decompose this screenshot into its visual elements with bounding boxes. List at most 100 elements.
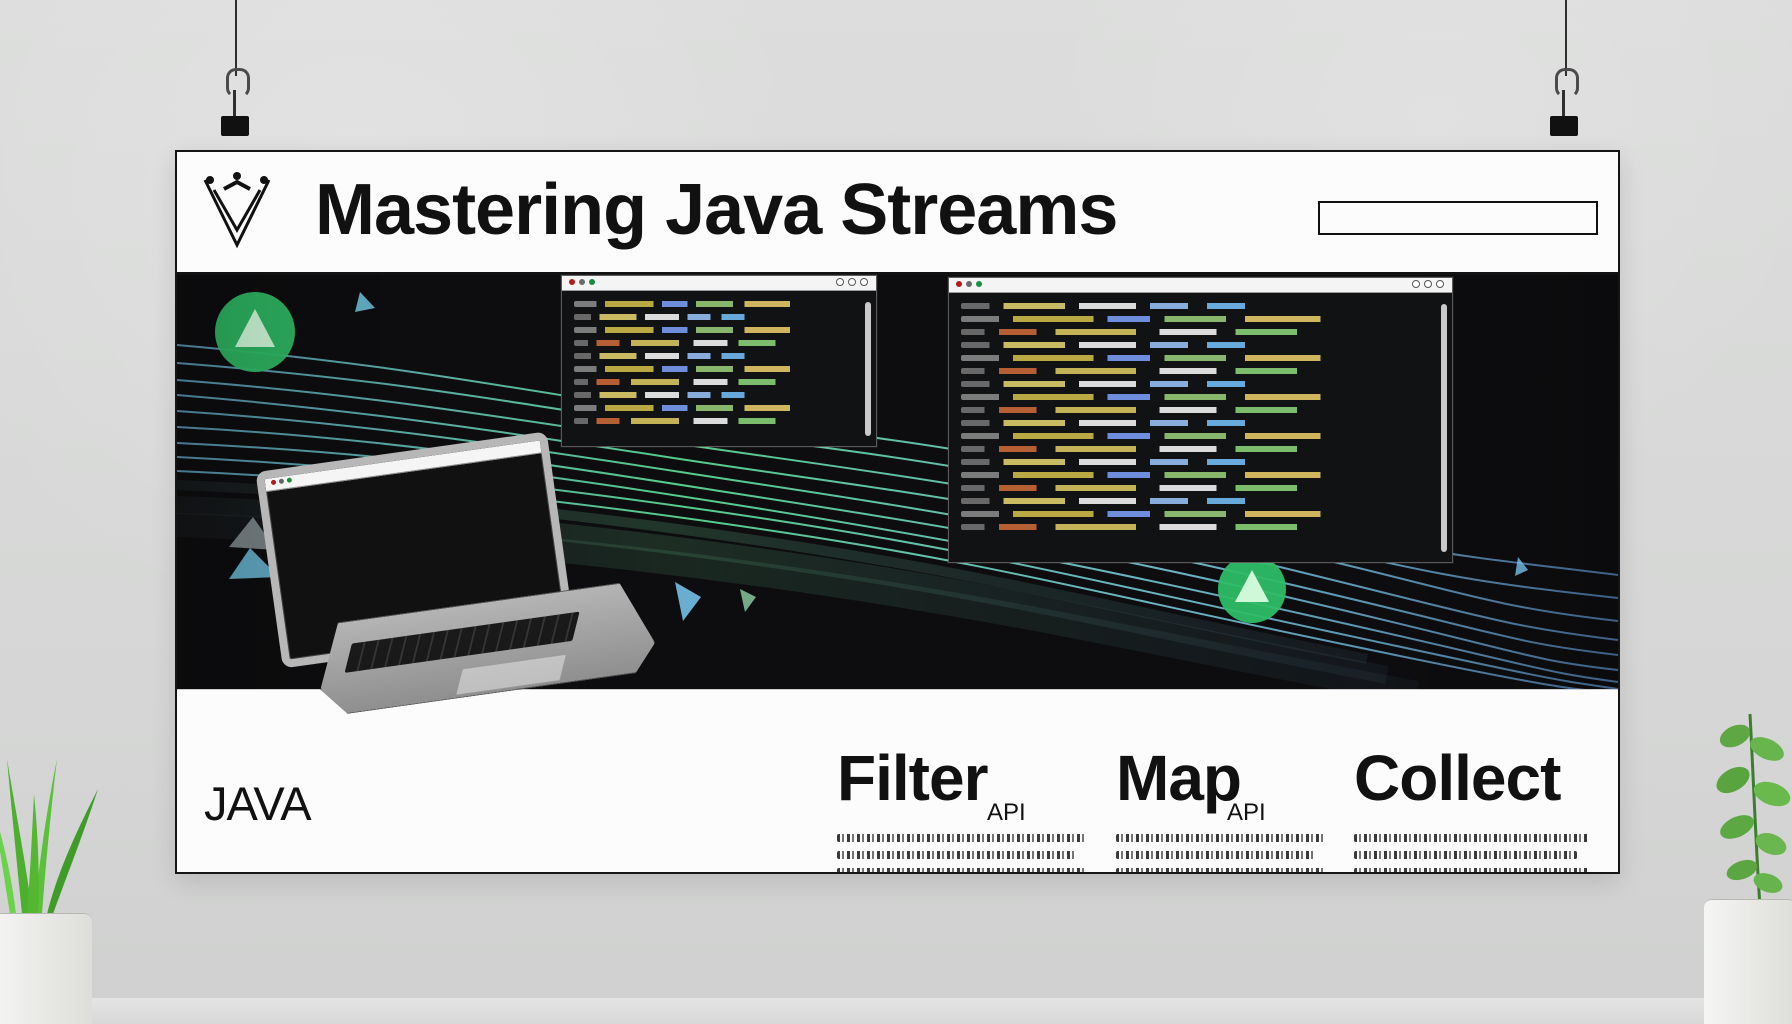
feature-description-lines: [1116, 834, 1326, 872]
feature-subtitle: API: [987, 799, 1026, 826]
code-line: [961, 420, 1434, 426]
code-line: [961, 316, 1434, 322]
window-control: [848, 278, 856, 286]
plant-icon: [1684, 604, 1792, 1024]
feature-map: Map API: [1116, 742, 1326, 872]
logo-dot-left: [206, 176, 214, 184]
code-line: [961, 368, 1434, 374]
code-lines: [961, 303, 1434, 552]
logo-top-bar: [223, 179, 251, 191]
binder-clip-ring: [226, 68, 250, 98]
code-line: [961, 407, 1434, 413]
window-dot-green: [976, 281, 982, 287]
laptop-window-dots: [270, 477, 293, 486]
laptop-dot-gray: [278, 478, 285, 485]
binder-clip-icon: [219, 68, 253, 150]
description-line: [837, 834, 1087, 842]
description-line: [1354, 851, 1578, 859]
code-line: [961, 394, 1434, 400]
code-line: [961, 433, 1434, 439]
scene: Mastering Java Streams JAVA Filter API M…: [0, 0, 1792, 1024]
description-line: [837, 851, 1075, 859]
description-line: [1116, 868, 1326, 872]
window-dots: [569, 279, 595, 285]
window-scrollbar: [1441, 304, 1447, 552]
code-line: [574, 405, 858, 411]
triangle-icon: [675, 582, 701, 621]
code-line: [961, 498, 1434, 504]
triangle-icon: [355, 292, 375, 312]
logo-dot-right: [260, 176, 268, 184]
feature-title: Map: [1116, 742, 1242, 814]
laptop-dot-red: [270, 479, 277, 486]
feature-description-lines: [1354, 834, 1589, 872]
binder-clip-icon: [1548, 68, 1582, 150]
window-control: [1436, 280, 1444, 288]
code-line: [574, 418, 858, 424]
code-line: [961, 329, 1434, 335]
window-scrollbar: [865, 302, 871, 436]
code-line: [961, 355, 1434, 361]
code-line: [961, 472, 1434, 478]
window-control: [1424, 280, 1432, 288]
floor: [0, 998, 1792, 1024]
code-line: [961, 342, 1434, 348]
laptop: [238, 425, 639, 792]
description-line: [837, 868, 1087, 872]
feature-title: Filter: [837, 742, 988, 814]
binder-clip-stem: [1562, 90, 1565, 116]
code-line: [961, 511, 1434, 517]
feature-subtitle: API: [1227, 799, 1266, 826]
binder-clip-stem: [233, 90, 236, 116]
triangle-icon: [1515, 557, 1528, 576]
code-line: [961, 446, 1434, 452]
window-control: [836, 278, 844, 286]
feature-description-lines: [837, 834, 1087, 872]
plant-pot: [0, 913, 92, 1024]
binder-clip-ring: [1555, 68, 1579, 98]
code-line: [574, 379, 858, 385]
plant-pot: [1704, 899, 1792, 1024]
window-dot-gray: [579, 279, 585, 285]
code-line: [961, 524, 1434, 530]
header-slot: [1318, 201, 1598, 235]
window-dot-gray: [966, 281, 972, 287]
feature-title: Collect: [1354, 742, 1561, 814]
feature-collect: Collect: [1354, 742, 1589, 872]
code-line: [574, 340, 858, 346]
code-line: [961, 381, 1434, 387]
window-controls: [1412, 280, 1444, 288]
code-line: [574, 366, 858, 372]
code-line: [961, 303, 1434, 309]
code-line: [574, 301, 858, 307]
window-dots: [956, 281, 982, 287]
window-control: [1412, 280, 1420, 288]
hanging-wire-left: [235, 0, 237, 76]
code-window-small: [561, 275, 877, 447]
description-line: [1354, 868, 1589, 872]
window-dot-green: [589, 279, 595, 285]
binder-clip-body: [1550, 116, 1578, 136]
description-line: [1354, 834, 1589, 842]
window-topbar: [949, 278, 1452, 293]
code-line: [574, 392, 858, 398]
code-line: [574, 314, 858, 320]
laptop-dot-green: [286, 477, 293, 483]
triangle-icon: [740, 589, 756, 612]
window-dot-red: [569, 279, 575, 285]
plant-icon: [0, 664, 112, 1024]
page-title: Mastering Java Streams: [315, 170, 1118, 250]
code-line: [961, 459, 1434, 465]
code-window-large: [948, 277, 1453, 563]
binder-clip-body: [221, 116, 249, 136]
window-dot-red: [956, 281, 962, 287]
poster-header: Mastering Java Streams: [177, 152, 1618, 275]
hanging-wire-right: [1565, 0, 1567, 76]
code-line: [961, 485, 1434, 491]
code-lines: [574, 301, 858, 436]
code-line: [574, 327, 858, 333]
window-topbar: [562, 276, 876, 291]
feature-filter: Filter API: [837, 742, 1087, 872]
stream-logo-icon: [203, 172, 271, 249]
logo-dot-center: [233, 172, 241, 180]
